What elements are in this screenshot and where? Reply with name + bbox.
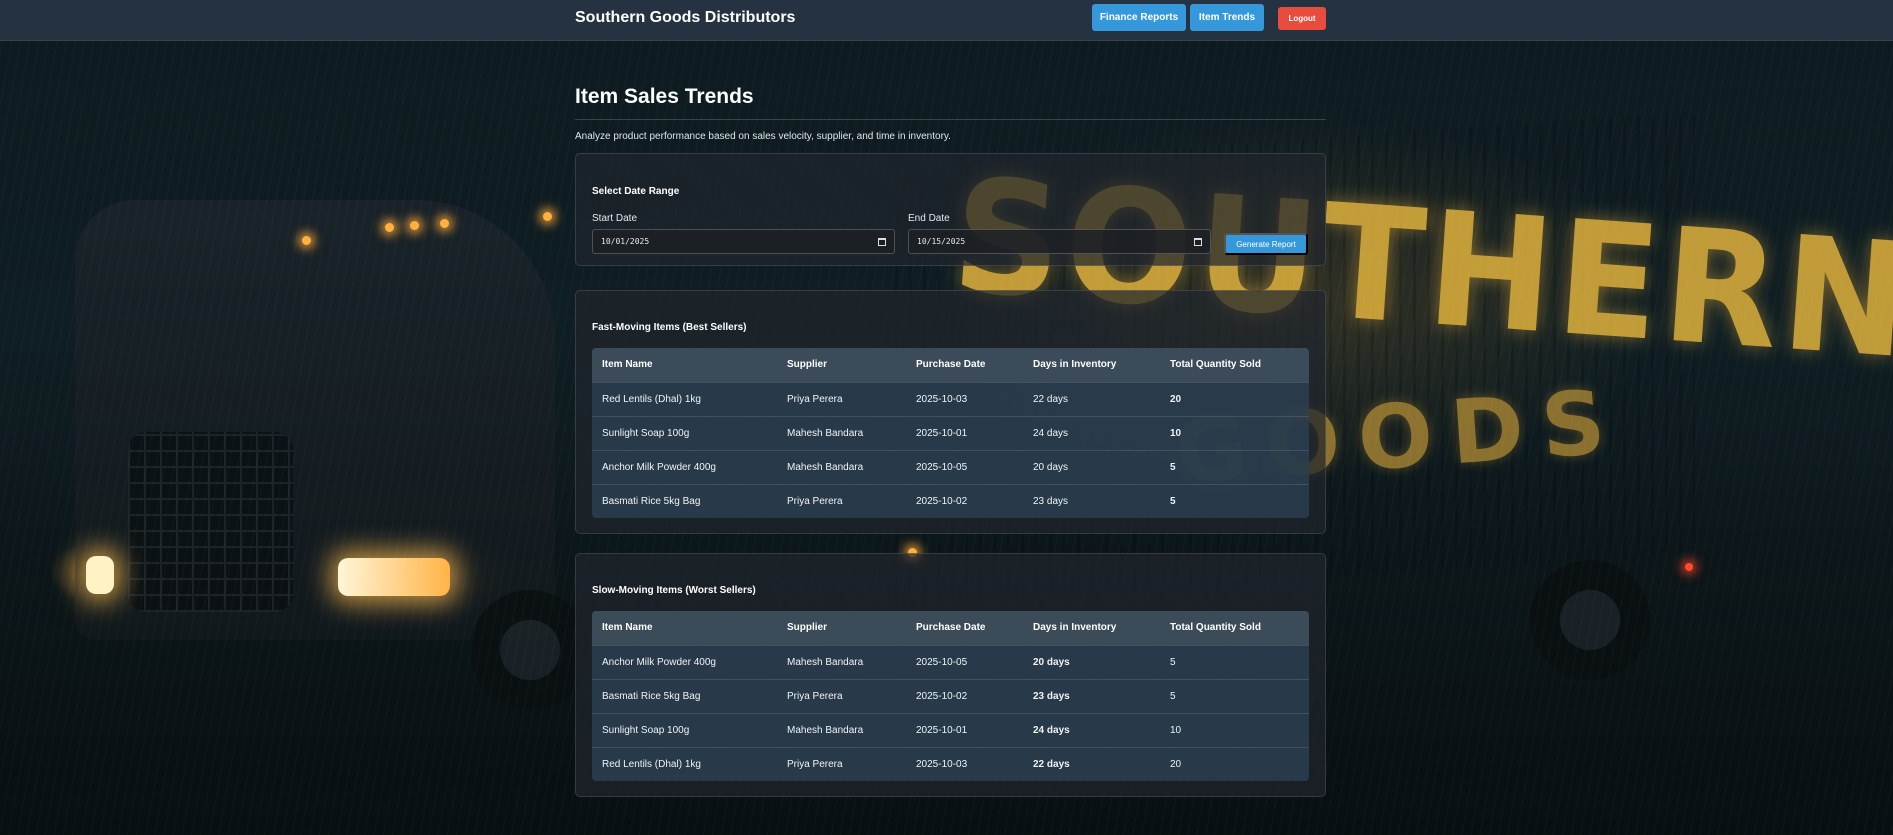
cell-purchase-date: 2025-10-01: [906, 712, 1023, 747]
cell-total-quantity-sold: 10: [1160, 712, 1309, 747]
cell-purchase-date: 2025-10-02: [906, 678, 1023, 713]
cell-total-quantity-sold: 5: [1160, 449, 1309, 484]
cell-item-name: Anchor Milk Powder 400g: [592, 449, 777, 484]
cell-days-in-inventory: 24 days: [1023, 712, 1160, 747]
cab-light: [302, 236, 311, 245]
end-date-input[interactable]: 10/15/2025: [908, 229, 1211, 254]
cell-item-name: Sunlight Soap 100g: [592, 712, 777, 747]
header-item-name: Item Name: [592, 348, 777, 382]
start-date-input[interactable]: 10/01/2025: [592, 229, 895, 254]
cell-item-name: Anchor Milk Powder 400g: [592, 644, 777, 679]
cell-supplier: Mahesh Bandara: [777, 644, 906, 679]
slow-moving-card: Slow-Moving Items (Worst Sellers) Item N…: [575, 553, 1326, 797]
start-date-label: Start Date: [592, 213, 638, 224]
cell-supplier: Mahesh Bandara: [777, 415, 906, 450]
cell-item-name: Sunlight Soap 100g: [592, 415, 777, 450]
cell-supplier: Priya Perera: [777, 746, 906, 781]
cell-total-quantity-sold: 10: [1160, 415, 1309, 450]
table-row: Red Lentils (Dhal) 1kg Priya Perera 2025…: [592, 381, 1309, 416]
slow-moving-table: Item Name Supplier Purchase Date Days in…: [592, 611, 1309, 781]
date-range-title: Select Date Range: [592, 186, 680, 197]
cell-supplier: Priya Perera: [777, 483, 906, 518]
headlight-right: [338, 558, 450, 596]
header-total-quantity-sold: Total Quantity Sold: [1160, 611, 1309, 645]
table-row: Anchor Milk Powder 400g Mahesh Bandara 2…: [592, 449, 1309, 484]
cell-purchase-date: 2025-10-02: [906, 483, 1023, 518]
cell-days-in-inventory: 22 days: [1023, 381, 1160, 416]
end-date-value: 10/15/2025: [917, 237, 966, 246]
slow-moving-title: Slow-Moving Items (Worst Sellers): [592, 585, 756, 596]
item-trends-button[interactable]: Item Trends: [1190, 4, 1264, 31]
table-row: Basmati Rice 5kg Bag Priya Perera 2025-1…: [592, 483, 1309, 518]
fast-moving-card: Fast-Moving Items (Best Sellers) Item Na…: [575, 290, 1326, 534]
fast-moving-table: Item Name Supplier Purchase Date Days in…: [592, 348, 1309, 518]
page-description: Analyze product performance based on sal…: [575, 131, 951, 142]
cell-total-quantity-sold: 20: [1160, 381, 1309, 416]
table-row: Anchor Milk Powder 400g Mahesh Bandara 2…: [592, 644, 1309, 679]
cell-days-in-inventory: 23 days: [1023, 483, 1160, 518]
calendar-icon[interactable]: [878, 237, 886, 246]
truck-wheel: [470, 590, 590, 710]
cell-purchase-date: 2025-10-03: [906, 746, 1023, 781]
table-row: Sunlight Soap 100g Mahesh Bandara 2025-1…: [592, 712, 1309, 747]
end-date-label: End Date: [908, 213, 950, 224]
header-item-name: Item Name: [592, 611, 777, 645]
cell-total-quantity-sold: 5: [1160, 483, 1309, 518]
table-row: Basmati Rice 5kg Bag Priya Perera 2025-1…: [592, 678, 1309, 713]
generate-report-button[interactable]: Generate Report: [1224, 233, 1308, 255]
fast-moving-title: Fast-Moving Items (Best Sellers): [592, 322, 747, 333]
cell-purchase-date: 2025-10-03: [906, 381, 1023, 416]
cab-light: [410, 221, 419, 230]
header-supplier: Supplier: [777, 611, 906, 645]
truck-grille: [128, 432, 293, 612]
header-days-in-inventory: Days in Inventory: [1023, 611, 1160, 645]
table-header-row: Item Name Supplier Purchase Date Days in…: [592, 611, 1309, 645]
header-purchase-date: Purchase Date: [906, 611, 1023, 645]
header-days-in-inventory: Days in Inventory: [1023, 348, 1160, 382]
cell-purchase-date: 2025-10-01: [906, 415, 1023, 450]
cell-item-name: Red Lentils (Dhal) 1kg: [592, 746, 777, 781]
cell-total-quantity-sold: 5: [1160, 644, 1309, 679]
cab-light: [543, 212, 552, 221]
finance-reports-button[interactable]: Finance Reports: [1092, 4, 1186, 31]
navbar: Southern Goods Distributors Finance Repo…: [0, 0, 1893, 41]
header-total-quantity-sold: Total Quantity Sold: [1160, 348, 1309, 382]
cell-supplier: Mahesh Bandara: [777, 449, 906, 484]
cell-days-in-inventory: 24 days: [1023, 415, 1160, 450]
headlight-left: [86, 556, 114, 594]
cell-total-quantity-sold: 5: [1160, 678, 1309, 713]
table-row: Red Lentils (Dhal) 1kg Priya Perera 2025…: [592, 746, 1309, 781]
header-purchase-date: Purchase Date: [906, 348, 1023, 382]
tail-light: [1685, 563, 1693, 571]
table-row: Sunlight Soap 100g Mahesh Bandara 2025-1…: [592, 415, 1309, 450]
cell-purchase-date: 2025-10-05: [906, 644, 1023, 679]
cell-days-in-inventory: 23 days: [1023, 678, 1160, 713]
page-title: Item Sales Trends: [575, 85, 1326, 120]
cell-supplier: Priya Perera: [777, 678, 906, 713]
cab-light: [440, 219, 449, 228]
cell-item-name: Red Lentils (Dhal) 1kg: [592, 381, 777, 416]
cell-days-in-inventory: 20 days: [1023, 449, 1160, 484]
header-supplier: Supplier: [777, 348, 906, 382]
calendar-icon[interactable]: [1194, 237, 1202, 246]
cell-days-in-inventory: 20 days: [1023, 644, 1160, 679]
truck-cab: [75, 200, 555, 640]
date-range-card: Select Date Range Start Date 10/01/2025 …: [575, 153, 1326, 266]
cell-item-name: Basmati Rice 5kg Bag: [592, 483, 777, 518]
cell-supplier: Priya Perera: [777, 381, 906, 416]
cell-item-name: Basmati Rice 5kg Bag: [592, 678, 777, 713]
logout-button[interactable]: Logout: [1278, 7, 1326, 30]
table-header-row: Item Name Supplier Purchase Date Days in…: [592, 348, 1309, 382]
cell-total-quantity-sold: 20: [1160, 746, 1309, 781]
cab-light: [385, 223, 394, 232]
cell-purchase-date: 2025-10-05: [906, 449, 1023, 484]
cell-supplier: Mahesh Bandara: [777, 712, 906, 747]
brand-title[interactable]: Southern Goods Distributors: [575, 9, 795, 27]
cell-days-in-inventory: 22 days: [1023, 746, 1160, 781]
start-date-value: 10/01/2025: [601, 237, 650, 246]
trailer-wheel: [1530, 560, 1650, 680]
